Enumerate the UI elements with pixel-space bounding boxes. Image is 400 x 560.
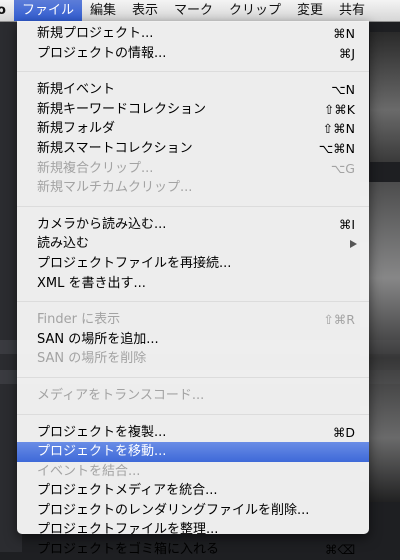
menu-separator [17,301,369,303]
menu-item-label: SAN の場所を追加... [37,331,159,347]
menu-item-shortcut: ⇧⌘R [323,312,355,328]
menu-item: イベントを結合... [17,462,369,482]
menu-separator [17,413,369,415]
menu-item-label: プロジェクトを複製... [37,424,167,440]
menu-item[interactable]: 新規スマートコレクション ⌥⌘N [17,139,369,159]
menu-item-label: 読み込む [37,236,90,252]
menu-item-shortcut: ⌥G [330,160,355,176]
menu-item-shortcut: ⇧⌘K [323,101,355,117]
menu-item[interactable]: プロジェクトファイルを再接続... [17,254,369,274]
menu-item: Finder に表示 ⇧⌘R [17,310,369,330]
menu-item-label: プロジェクトファイルを再接続... [37,255,232,271]
menu-item-label: 新規プロジェクト... [37,26,154,41]
menu-item-label: イベントを結合... [37,463,141,479]
menu-bar: o ファイル 編集 表示 マーク クリップ 変更 共有 [0,0,400,22]
menu-item: SAN の場所を削除 [17,349,369,369]
menu-item-label: 新規フォルダ [37,121,116,137]
menubar-modify[interactable]: 変更 [289,0,331,21]
menu-item-label: 新規複合クリップ... [37,160,154,176]
menubar-edit[interactable]: 編集 [82,0,124,21]
menu-item-shortcut: ⌥⌘N [318,140,355,156]
menubar-clip[interactable]: クリップ [221,0,289,21]
menu-item: メディアをトランスコード... [17,386,369,406]
menu-item[interactable]: プロジェクトファイルを整理... [17,520,369,540]
submenu-arrow-icon [350,240,357,249]
menu-item-label: 新規マルチカムクリップ... [37,180,193,196]
menu-item-label: 新規スマートコレクション [37,140,193,156]
menu-item-label: Finder に表示 [37,312,121,328]
menubar-app-name[interactable]: o [0,0,14,21]
menu-separator [17,205,369,207]
menu-separator [17,71,369,73]
menubar-share[interactable]: 共有 [331,0,373,21]
menu-item[interactable]: 新規プロジェクト... ⌘N [17,24,369,44]
menu-item[interactable]: プロジェクトをゴミ箱に入れる ⌘⌫ [17,540,369,560]
menu-item-shortcut: ⇧⌘N [322,121,355,137]
file-menu-dropdown: 新規プロジェクト... ⌘N プロジェクトの情報... ⌘J 新規イベント ⌥N 新規キーワ… [17,21,369,557]
menubar-view[interactable]: 表示 [124,0,166,21]
menu-item[interactable]: プロジェクトを移動... [17,442,369,462]
menu-item-label: SAN の場所を削除 [37,351,147,367]
menu-item-shortcut: ⌘⌫ [324,542,355,558]
menu-item-label: プロジェクトのレンダリングファイルを削除... [37,502,310,518]
menu-item-label: プロジェクトの情報... [37,45,167,61]
menu-item-shortcut: ⌘I [338,216,355,232]
menu-item-label: カメラから読み込む... [37,216,167,232]
menubar-mark[interactable]: マーク [166,0,221,21]
menu-item[interactable]: プロジェクトを複製... ⌘D [17,423,369,443]
menu-item[interactable]: 新規イベント ⌥N [17,80,369,100]
menu-item-label: プロジェクトファイルを整理... [37,522,219,538]
menu-item[interactable]: 読み込む [17,234,369,254]
menu-item-shortcut: ⌘D [332,424,355,440]
menu-item[interactable]: 新規フォルダ ⇧⌘N [17,119,369,139]
menu-item-label: 新規キーワードコレクション [37,101,207,117]
menu-item-label: プロジェクトを移動... [37,444,167,460]
menu-item[interactable]: プロジェクトの情報... ⌘J [17,44,369,64]
menu-item[interactable]: 新規キーワードコレクション ⇧⌘K [17,100,369,120]
menu-item[interactable]: カメラから読み込む... ⌘I [17,215,369,235]
menu-item-label: プロジェクトをゴミ箱に入れる [37,542,220,558]
menu-item-label: XML を書き出す... [37,275,146,291]
menu-item[interactable]: SAN の場所を追加... [17,330,369,350]
menu-item[interactable]: プロジェクトメディアを統合... [17,481,369,501]
menu-item-shortcut: ⌘J [338,45,355,61]
menu-item-shortcut: ⌥N [331,82,355,98]
background-viewer [370,32,400,162]
menu-item[interactable]: プロジェクトのレンダリングファイルを削除... [17,501,369,521]
menu-item-shortcut: ⌘N [333,26,355,41]
menu-separator [17,376,369,378]
menu-item: 新規マルチカムクリップ... [17,178,369,198]
menu-item: 新規複合クリップ... ⌥G [17,159,369,179]
menu-item-label: メディアをトランスコード... [37,387,205,403]
menubar-file[interactable]: ファイル [13,0,82,21]
menu-item-label: 新規イベント [37,82,116,98]
menu-item[interactable]: XML を書き出す... [17,274,369,294]
menu-item-label: プロジェクトメディアを統合... [37,483,218,499]
